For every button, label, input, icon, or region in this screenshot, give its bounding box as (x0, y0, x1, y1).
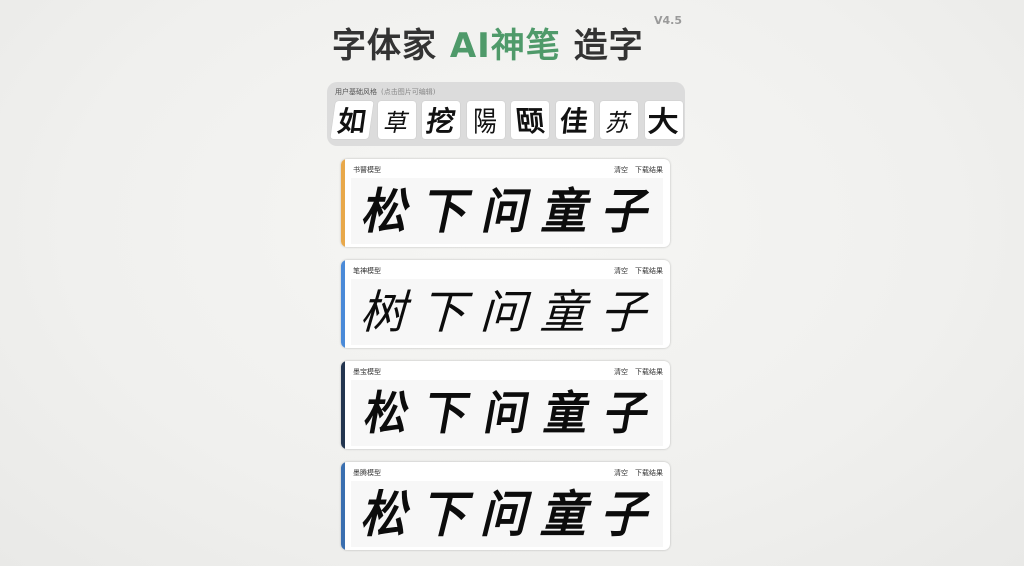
generated-characters: 树 下 问 童 子 (351, 279, 663, 345)
generated-characters: 松 下 问 童 子 (351, 178, 663, 244)
style-tile-char: 草 (380, 108, 411, 137)
style-tile-5[interactable]: 颐 (511, 101, 549, 139)
model-color-stripe (341, 159, 345, 247)
style-tile-2[interactable]: 草 (377, 101, 416, 139)
model-actions: 清空 下载结果 (614, 165, 663, 175)
model-actions: 清空 下载结果 (614, 468, 663, 478)
model-actions: 清空 下载结果 (614, 367, 663, 377)
base-style-hint: (点击图片可编辑) (381, 88, 436, 96)
generated-char: 童 (536, 285, 598, 339)
base-style-tiles: 如 草 挖 陽 颐 佳 苏 大 (330, 101, 683, 139)
download-button[interactable]: 下载结果 (635, 266, 663, 276)
style-tile-1[interactable]: 如 (330, 101, 374, 139)
generated-characters: 松 下 问 童 子 (351, 481, 663, 547)
style-tile-8[interactable]: 大 (644, 101, 683, 139)
model-card-3: 墨宝模型 清空 下载结果 松 下 问 童 子 (341, 361, 670, 449)
generated-char: 子 (596, 285, 658, 339)
title-part1: 字体家 (332, 26, 437, 66)
generated-char: 树 (356, 285, 418, 339)
app-header: 字体家 AI神笔 造字 V4.5 (0, 10, 1024, 70)
generated-char: 子 (600, 386, 654, 440)
style-tile-3[interactable]: 挖 (422, 101, 460, 139)
generated-char: 童 (537, 182, 597, 240)
base-style-panel: 用户基础风格 (点击图片可编辑) 如 草 挖 陽 颐 佳 苏 大 (327, 82, 685, 146)
download-button[interactable]: 下载结果 (635, 468, 663, 478)
clear-button[interactable]: 清空 (614, 367, 628, 377)
generated-characters: 松 下 问 童 子 (351, 380, 663, 446)
clear-button[interactable]: 清空 (614, 468, 628, 478)
style-tile-6[interactable]: 佳 (555, 101, 594, 139)
style-tile-7[interactable]: 苏 (600, 101, 638, 139)
style-tile-char: 如 (335, 105, 369, 138)
generated-char: 童 (536, 484, 598, 544)
style-tile-char: 挖 (423, 105, 458, 138)
download-button[interactable]: 下载结果 (635, 165, 663, 175)
version-badge: V4.5 (654, 14, 682, 27)
generated-char: 松 (357, 182, 417, 240)
base-style-label: 用户基础风格 (点击图片可编辑) (335, 87, 435, 97)
style-tile-char: 颐 (514, 105, 546, 138)
generated-char: 子 (596, 484, 658, 544)
generated-char: 下 (416, 484, 478, 544)
generated-char: 子 (597, 182, 657, 240)
title-part2: 造字 (573, 26, 644, 66)
style-tile-char: 苏 (602, 108, 634, 137)
model-color-stripe (341, 462, 345, 550)
model-color-stripe (341, 260, 345, 348)
model-name: 笔神模型 (353, 267, 381, 275)
model-actions: 清空 下载结果 (614, 266, 663, 276)
generated-char: 松 (360, 386, 414, 440)
base-style-title: 用户基础风格 (335, 88, 377, 96)
style-tile-char: 大 (648, 105, 679, 138)
model-color-stripe (341, 361, 345, 449)
model-card-2: 笔神模型 清空 下载结果 树 下 问 童 子 (341, 260, 670, 348)
clear-button[interactable]: 清空 (614, 266, 628, 276)
generated-char: 问 (476, 285, 538, 339)
generated-char: 童 (540, 386, 594, 440)
generated-char: 下 (417, 182, 477, 240)
generated-char: 问 (477, 182, 537, 240)
generated-char: 问 (480, 386, 534, 440)
model-name: 墨腾模型 (353, 469, 381, 477)
model-card-1: 书瞽模型 清空 下载结果 松 下 问 童 子 (341, 159, 670, 247)
generated-char: 松 (356, 484, 418, 544)
model-name: 书瞽模型 (353, 166, 381, 174)
model-card-4: 墨腾模型 清空 下载结果 松 下 问 童 子 (341, 462, 670, 550)
style-tile-char: 佳 (558, 105, 591, 138)
generated-char: 问 (476, 484, 538, 544)
clear-button[interactable]: 清空 (614, 165, 628, 175)
style-tile-char: 陽 (473, 105, 498, 138)
generated-char: 下 (416, 285, 478, 339)
title-accent: AI神笔 (449, 26, 561, 66)
download-button[interactable]: 下载结果 (635, 367, 663, 377)
app-title: 字体家 AI神笔 造字 (332, 18, 644, 67)
style-tile-4[interactable]: 陽 (466, 101, 505, 139)
generated-char: 下 (420, 386, 474, 440)
model-name: 墨宝模型 (353, 368, 381, 376)
